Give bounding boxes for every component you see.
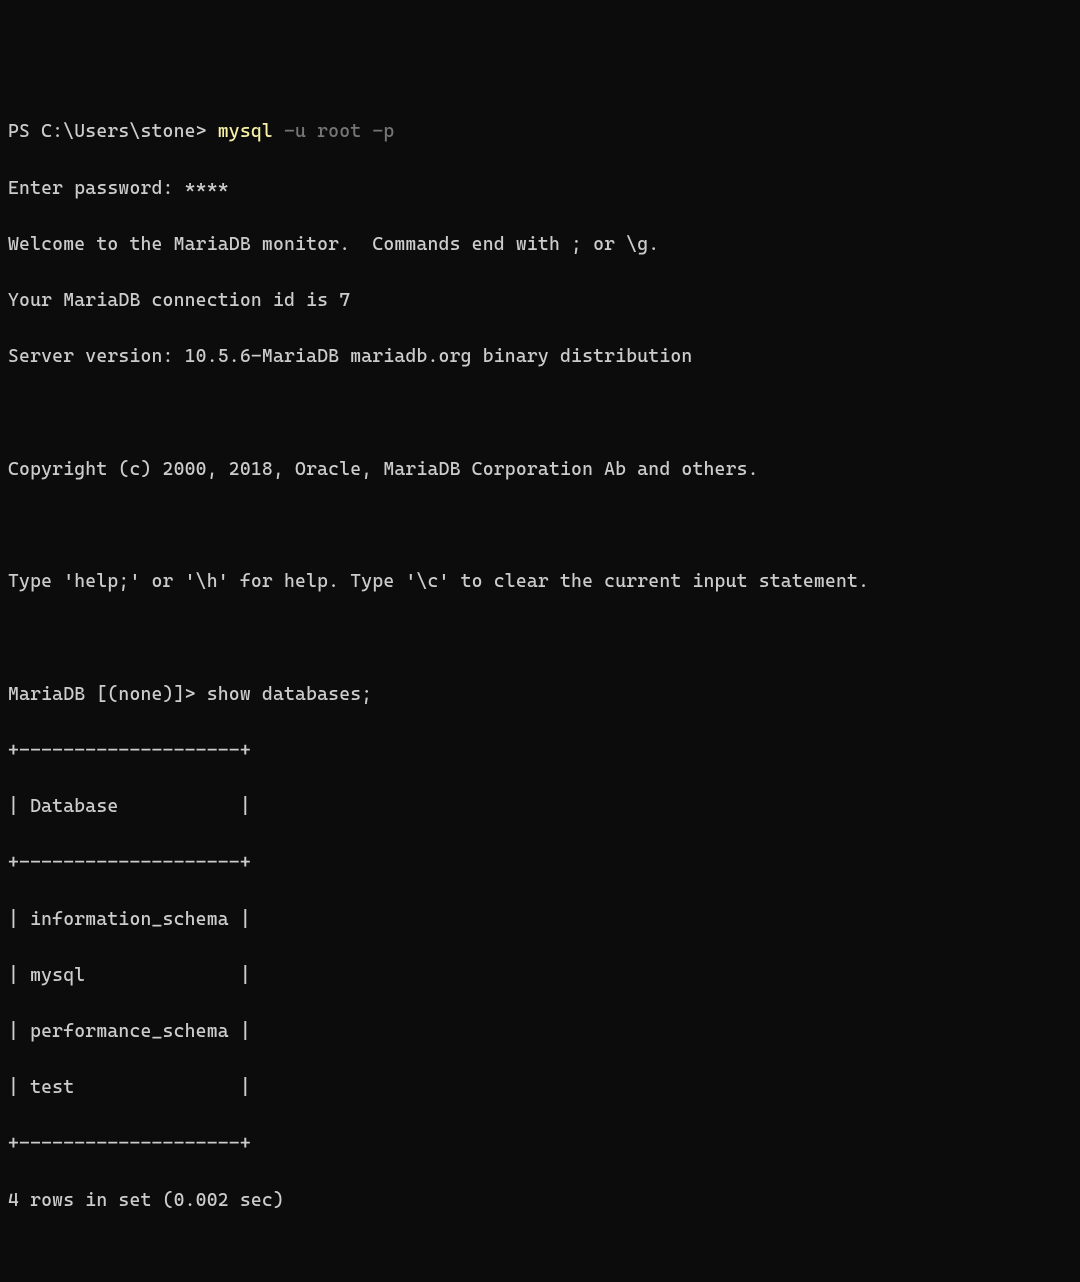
- rows-result: 4 rows in set (0.002 sec): [8, 1187, 1072, 1215]
- welcome-line-1: Welcome to the MariaDB monitor. Commands…: [8, 231, 1072, 259]
- blank-line-3: [8, 624, 1072, 652]
- mariadb-prompt: MariaDB [(none)]>: [8, 684, 207, 705]
- table-border-mid: +--------------------+: [8, 849, 1072, 877]
- table-row: | performance_schema |: [8, 1018, 1072, 1046]
- password-line: Enter password: ****: [8, 175, 1072, 203]
- blank-line-1: [8, 400, 1072, 428]
- table-border-top: +--------------------+: [8, 737, 1072, 765]
- blank-line-4: [8, 1243, 1072, 1271]
- help-line: Type 'help;' or '\h' for help. Type '\c'…: [8, 568, 1072, 596]
- ps-prompt: PS C:\Users\stone>: [8, 121, 218, 142]
- welcome-line-3: Server version: 10.5.6-MariaDB mariadb.o…: [8, 343, 1072, 371]
- table-header: | Database |: [8, 793, 1072, 821]
- blank-line-2: [8, 512, 1072, 540]
- command-args: -u root -p: [273, 121, 394, 142]
- table-row: | test |: [8, 1074, 1072, 1102]
- welcome-line-2: Your MariaDB connection id is 7: [8, 287, 1072, 315]
- ps-prompt-line[interactable]: PS C:\Users\stone> mysql -u root -p: [8, 118, 1072, 146]
- table-row: | information_schema |: [8, 906, 1072, 934]
- command-mysql: mysql: [218, 121, 273, 142]
- show-databases-cmd: show databases;: [207, 684, 373, 705]
- table-row: | mysql |: [8, 962, 1072, 990]
- mariadb-prompt-line-1[interactable]: MariaDB [(none)]> show databases;: [8, 681, 1072, 709]
- table-border-bottom: +--------------------+: [8, 1130, 1072, 1158]
- copyright-line: Copyright (c) 2000, 2018, Oracle, MariaD…: [8, 456, 1072, 484]
